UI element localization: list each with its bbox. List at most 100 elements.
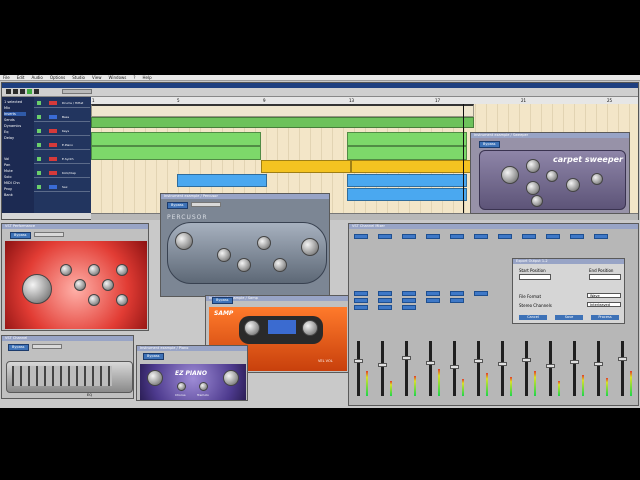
knob[interactable] — [74, 279, 86, 291]
sweeper-knob[interactable] — [526, 181, 540, 195]
channel-insert[interactable] — [378, 298, 392, 303]
bypass-button[interactable]: Bypass — [8, 344, 29, 351]
volume-fader[interactable] — [498, 362, 507, 366]
preset-button[interactable] — [34, 232, 64, 237]
knob[interactable] — [88, 264, 100, 276]
inspector-delay[interactable]: Delay — [4, 136, 14, 140]
menu-windows[interactable]: Windows — [109, 75, 127, 80]
sweeper-knob[interactable] — [546, 170, 558, 182]
channel-select[interactable] — [570, 234, 584, 239]
percusor-knob[interactable] — [217, 248, 231, 262]
channel-select[interactable] — [378, 234, 392, 239]
record-button[interactable] — [34, 89, 39, 94]
volume-fader[interactable] — [594, 362, 603, 366]
channel-select[interactable] — [402, 234, 416, 239]
percusor-knob[interactable] — [175, 232, 193, 250]
mute-indicator[interactable] — [37, 115, 41, 119]
bypass-button[interactable]: Bypass — [479, 141, 500, 148]
track-row[interactable]: Bass — [34, 113, 90, 122]
audio-clip[interactable] — [91, 104, 474, 117]
menu-view[interactable]: View — [92, 75, 102, 80]
mute-indicator[interactable] — [37, 171, 41, 175]
menu-options[interactable]: Options — [50, 75, 65, 80]
chorus-knob[interactable] — [177, 382, 186, 391]
rewind-button[interactable] — [6, 89, 11, 94]
channel-select[interactable] — [354, 234, 368, 239]
menu-edit[interactable]: Edit — [17, 75, 25, 80]
sweeper-knob[interactable] — [531, 195, 543, 207]
inspector-sends[interactable]: Sends — [4, 118, 15, 122]
channel-select[interactable] — [546, 234, 560, 239]
bypass-button[interactable]: Bypass — [212, 297, 233, 304]
channel-select[interactable] — [498, 234, 512, 239]
channel-insert[interactable] — [450, 298, 464, 303]
inspector-dynamics[interactable]: Dynamics — [4, 124, 21, 128]
midi-clip[interactable] — [261, 160, 351, 173]
knob[interactable] — [60, 264, 72, 276]
channel-insert[interactable] — [378, 305, 392, 310]
preset-button[interactable] — [191, 202, 221, 207]
inspector-mix[interactable]: Mix — [4, 106, 10, 110]
track-row[interactable]: Kick/Clap — [34, 169, 90, 178]
audio-clip[interactable] — [91, 117, 474, 128]
play-button[interactable] — [20, 89, 25, 94]
track-row[interactable]: E.Synth — [34, 155, 90, 164]
knob[interactable] — [116, 294, 128, 306]
stop-button[interactable] — [13, 89, 18, 94]
track-row[interactable]: Keys — [34, 127, 90, 136]
menu-file[interactable]: File — [3, 75, 10, 80]
channel-insert[interactable] — [402, 305, 416, 310]
volume-fader[interactable] — [618, 357, 627, 361]
file-format-select[interactable]: Wave — [587, 293, 621, 298]
mute-indicator[interactable] — [37, 143, 41, 147]
sweeper-knob[interactable] — [501, 166, 519, 184]
midi-clip[interactable] — [351, 160, 471, 173]
volume-fader[interactable] — [474, 359, 483, 363]
volume-fader[interactable] — [570, 360, 579, 364]
channel-select[interactable] — [522, 234, 536, 239]
bypass-button[interactable]: Bypass — [167, 202, 188, 209]
end-position-field[interactable] — [589, 274, 621, 280]
knob[interactable] — [88, 294, 100, 306]
audio-clip[interactable] — [347, 132, 467, 146]
channel-insert[interactable] — [402, 291, 416, 296]
menu-help[interactable]: Help — [143, 75, 152, 80]
cycle-button[interactable] — [27, 89, 32, 94]
eq-sliders[interactable] — [12, 366, 112, 386]
mute-indicator[interactable] — [37, 157, 41, 161]
mute-indicator[interactable] — [37, 185, 41, 189]
mute-indicator[interactable] — [37, 101, 41, 105]
channel-insert[interactable] — [426, 298, 440, 303]
channel-insert[interactable] — [474, 291, 488, 296]
midi-clip[interactable] — [347, 188, 467, 201]
playhead[interactable] — [463, 104, 464, 213]
stereo-channels-select[interactable]: Interleaved — [587, 302, 621, 307]
process-button[interactable]: Process — [591, 315, 619, 320]
sweeper-knob[interactable] — [526, 159, 540, 173]
channel-select[interactable] — [594, 234, 608, 239]
volume-fader[interactable] — [546, 364, 555, 368]
track-row[interactable]: Sax — [34, 183, 90, 192]
percusor-knob[interactable] — [237, 258, 251, 272]
knob[interactable] — [116, 264, 128, 276]
menu-studio[interactable]: Studio — [72, 75, 85, 80]
tool-bar-strip[interactable] — [62, 89, 92, 94]
piano-knob[interactable] — [223, 370, 239, 386]
inspector-inserts[interactable]: Inserts — [4, 112, 26, 116]
volume-fader[interactable] — [522, 358, 531, 362]
audio-clip[interactable] — [347, 146, 467, 160]
volume-fader[interactable] — [426, 361, 435, 365]
bypass-button[interactable]: Bypass — [10, 232, 31, 239]
channel-insert[interactable] — [378, 291, 392, 296]
percusor-knob[interactable] — [273, 258, 287, 272]
audio-clip[interactable] — [91, 132, 261, 146]
channel-insert[interactable] — [402, 298, 416, 303]
volume-fader[interactable] — [378, 363, 387, 367]
save-button[interactable]: Save — [555, 315, 583, 320]
channel-insert[interactable] — [354, 305, 368, 310]
sweeper-knob[interactable] — [566, 178, 580, 192]
audio-clip[interactable] — [91, 146, 261, 160]
bypass-button[interactable]: Bypass — [143, 353, 164, 360]
track-row[interactable]: E.Piano — [34, 141, 90, 150]
channel-insert[interactable] — [354, 291, 368, 296]
